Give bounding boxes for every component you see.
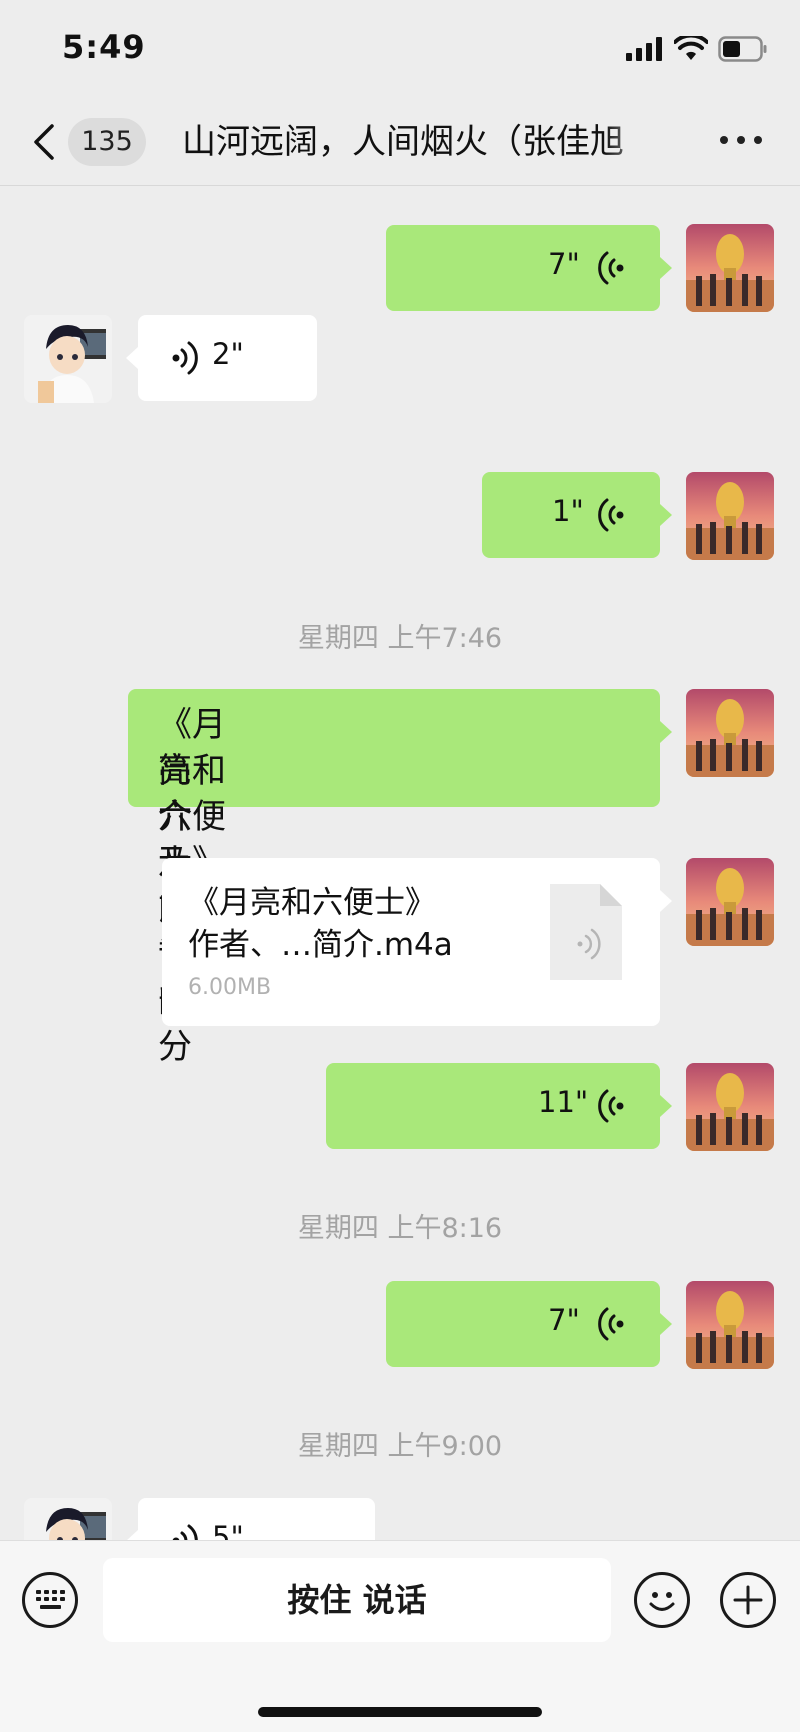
- status-bar: 5:49: [0, 0, 800, 100]
- audio-file-icon: [550, 884, 622, 980]
- message-timestamp: 星期四 上午7:46: [297, 623, 503, 654]
- avatar-self[interactable]: [686, 472, 774, 560]
- voice-wave-icon: [598, 1307, 624, 1341]
- emoji-icon: [649, 1592, 675, 1611]
- status-time: 5:49: [62, 28, 146, 66]
- plus-button[interactable]: [720, 1572, 776, 1628]
- cellular-signal-icon: [626, 37, 662, 61]
- plus-icon: [733, 1585, 763, 1615]
- voice-wave-icon: [598, 1089, 624, 1123]
- file-name-line: 作者、…简介.m4a: [188, 927, 453, 963]
- back-chevron-icon[interactable]: [30, 122, 60, 162]
- voice-duration: 2": [212, 337, 244, 371]
- voice-wave-icon: [172, 341, 198, 375]
- battery-icon: [718, 36, 767, 62]
- nav-bar: 135 山河远阔，人间烟火（张佳旭: [0, 100, 800, 186]
- voice-wave-icon: [598, 498, 624, 532]
- wifi-icon: [674, 36, 708, 60]
- voice-duration: 5": [212, 1520, 244, 1540]
- home-indicator: [258, 1707, 542, 1717]
- file-name-line: 《月亮和六便士》: [188, 885, 436, 921]
- voice-wave-icon: [172, 1524, 198, 1540]
- avatar-self[interactable]: [686, 1063, 774, 1151]
- voice-duration: 7": [548, 1303, 580, 1337]
- message-timestamp: 星期四 上午8:16: [297, 1213, 503, 1244]
- avatar-contact[interactable]: [24, 1498, 112, 1540]
- avatar-contact[interactable]: [24, 315, 112, 403]
- voice-wave-icon: [598, 251, 624, 285]
- voice-duration: 11": [538, 1085, 589, 1119]
- avatar-self[interactable]: [686, 224, 774, 312]
- voice-duration: 7": [548, 247, 580, 281]
- avatar-self[interactable]: [686, 858, 774, 946]
- avatar-self[interactable]: [686, 689, 774, 777]
- emoji-button[interactable]: [634, 1572, 690, 1628]
- keyboard-icon: [36, 1590, 65, 1609]
- avatar-self[interactable]: [686, 1281, 774, 1369]
- voice-duration: 1": [552, 494, 584, 528]
- chat-input-bar: 按住 说话: [0, 1540, 800, 1732]
- more-options-icon[interactable]: [720, 136, 762, 144]
- keyboard-toggle-button[interactable]: [22, 1572, 78, 1628]
- unread-count-badge[interactable]: 135: [68, 118, 146, 166]
- chat-message-list[interactable]: 7" 2" 1" 星期四 上午7:46 《月亮和六便 简介 分 《月亮和六便士》…: [0, 187, 800, 1540]
- status-icons: [626, 36, 768, 62]
- message-timestamp: 星期四 上午9:00: [297, 1431, 503, 1462]
- file-size: 6.00MB: [188, 975, 272, 1000]
- chat-title: 山河远阔，人间烟火（张佳旭: [182, 122, 624, 162]
- hold-to-talk-button[interactable]: 按住 说话: [103, 1558, 611, 1642]
